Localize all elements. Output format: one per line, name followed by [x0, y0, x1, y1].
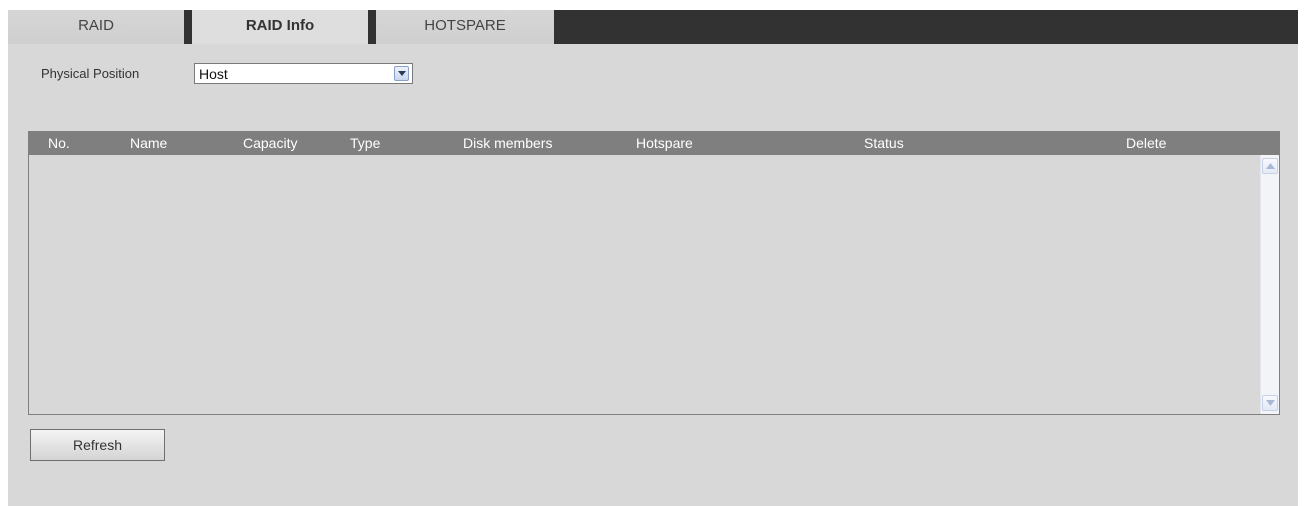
- physical-position-label: Physical Position: [41, 66, 140, 81]
- column-header-status: Status: [864, 135, 904, 151]
- column-header-delete: Delete: [1126, 135, 1167, 151]
- refresh-button[interactable]: Refresh: [30, 429, 165, 461]
- chevron-down-icon[interactable]: [394, 66, 409, 81]
- column-header-disk-members: Disk members: [463, 135, 553, 151]
- scroll-down-icon[interactable]: [1262, 395, 1278, 411]
- column-header-hotspare: Hotspare: [636, 135, 693, 151]
- physical-position-select[interactable]: Host: [194, 63, 413, 84]
- tab-separator: [184, 10, 192, 44]
- column-header-name: Name: [130, 135, 168, 151]
- raid-info-table: No. Name Capacity Type Disk members Hots…: [28, 131, 1280, 415]
- tab-hotspare[interactable]: HOTSPARE: [376, 10, 554, 44]
- tab-bar: RAID RAID Info HOTSPARE: [8, 10, 1298, 44]
- tab-hotspare-label: HOTSPARE: [424, 17, 506, 34]
- tab-raid-label: RAID: [78, 17, 114, 34]
- physical-position-value: Host: [199, 66, 228, 82]
- tab-raid[interactable]: RAID: [8, 10, 192, 44]
- raid-info-panel: RAID RAID Info HOTSPARE Physical Positio…: [8, 10, 1298, 506]
- column-header-no: No.: [48, 135, 70, 151]
- table-scrollbar[interactable]: [1260, 155, 1279, 414]
- column-header-type: Type: [350, 135, 381, 151]
- scroll-up-icon[interactable]: [1262, 158, 1278, 174]
- tab-raid-info[interactable]: RAID Info: [192, 10, 376, 44]
- tab-raid-info-label: RAID Info: [245, 17, 315, 34]
- column-header-capacity: Capacity: [243, 135, 298, 151]
- tab-separator: [368, 10, 376, 44]
- table-header: No. Name Capacity Type Disk members Hots…: [29, 132, 1279, 155]
